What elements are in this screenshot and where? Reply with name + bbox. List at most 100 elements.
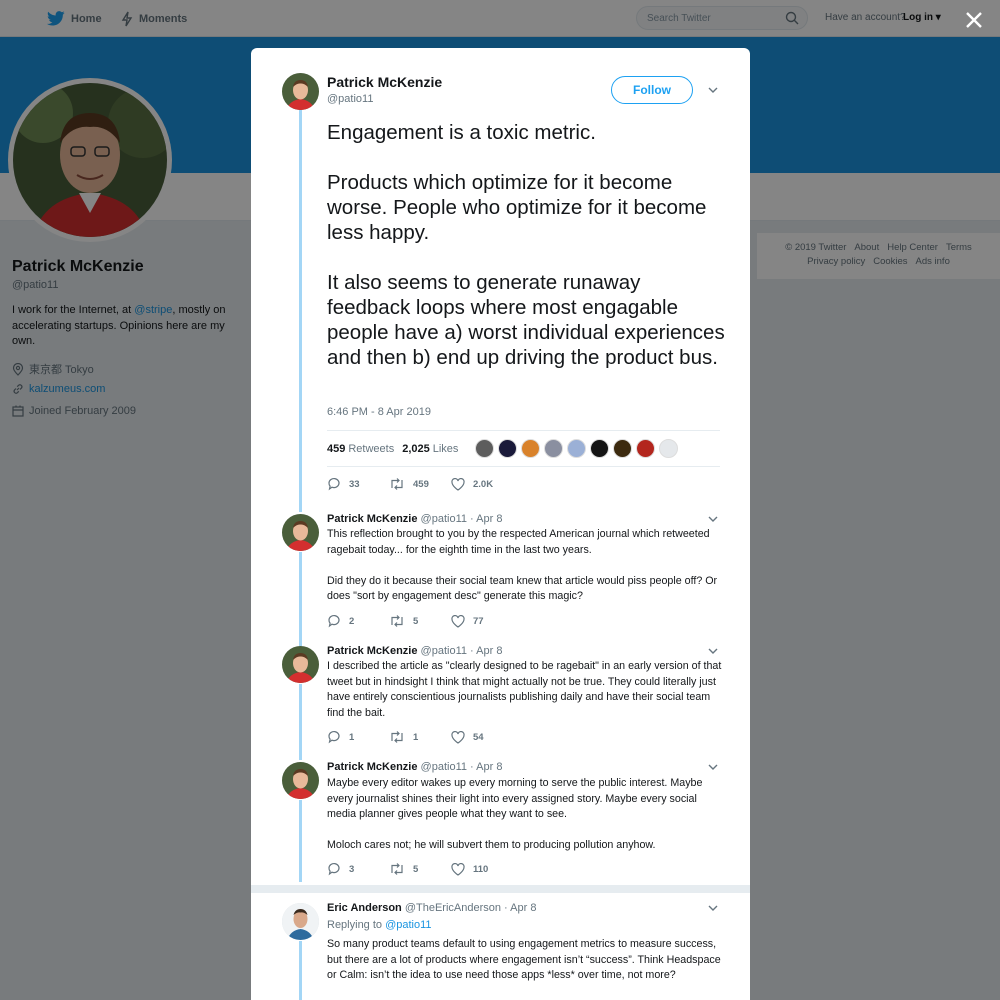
- reply-text: I described the article as "clearly desi…: [327, 660, 722, 719]
- reply-avatar[interactable]: [282, 762, 319, 799]
- like-button[interactable]: 77: [451, 614, 513, 628]
- reply-icon: [328, 614, 340, 628]
- tweet-timestamp[interactable]: 6:46 PM - 8 Apr 2019: [327, 406, 431, 418]
- replying-to-label: Replying to: [327, 919, 386, 931]
- thread-separator: [251, 885, 750, 893]
- replying-to: Replying to @patio11: [327, 919, 432, 931]
- retweet-button[interactable]: 1: [389, 730, 451, 744]
- liker-avatar[interactable]: [475, 439, 494, 458]
- reply-button[interactable]: 3: [327, 862, 389, 876]
- like-count: 77: [473, 615, 484, 627]
- avatar-photo: [282, 762, 319, 799]
- retweet-icon: [391, 615, 403, 627]
- heart-icon: [451, 862, 465, 876]
- chevron-down-icon[interactable]: [707, 761, 719, 773]
- chevron-down-icon[interactable]: [707, 902, 719, 914]
- reply-header: Patrick McKenzie @patio11 · Apr 8: [327, 513, 502, 525]
- liker-avatars: [475, 439, 682, 458]
- reply-text: This reflection brought to you by the re…: [327, 528, 718, 602]
- thread-line: [299, 800, 302, 882]
- tweet-modal: Patrick McKenzie @patio11 Follow Engagem…: [251, 48, 750, 1000]
- like-button[interactable]: 110: [451, 862, 513, 876]
- reply-text: Maybe every editor wakes up every mornin…: [327, 777, 703, 851]
- reply-icon: [328, 862, 340, 876]
- like-button[interactable]: 2.0K: [451, 477, 513, 491]
- reply-count: 2: [349, 615, 355, 627]
- author-name[interactable]: Patrick McKenzie: [327, 74, 442, 90]
- reply-meta[interactable]: @patio11 · Apr 8: [421, 513, 503, 525]
- reply-author-name[interactable]: Patrick McKenzie: [327, 761, 417, 773]
- like-count[interactable]: 2,025: [402, 443, 430, 455]
- heart-icon: [451, 730, 465, 744]
- reply-icon: [328, 477, 340, 491]
- thread-line: [299, 684, 302, 760]
- reply-avatar[interactable]: [282, 646, 319, 683]
- liker-avatar[interactable]: [498, 439, 517, 458]
- liker-avatar[interactable]: [659, 439, 678, 458]
- reply-button[interactable]: 33: [327, 477, 389, 491]
- retweet-button[interactable]: 5: [389, 862, 451, 876]
- reply-actions: 3 5 110: [327, 861, 513, 877]
- retweet-count: 5: [413, 863, 419, 875]
- chevron-down-icon[interactable]: [707, 513, 719, 525]
- retweet-icon: [391, 863, 403, 875]
- author-avatar[interactable]: [282, 73, 319, 110]
- heart-icon: [451, 614, 465, 628]
- thread-line: [299, 941, 302, 1000]
- liker-avatar[interactable]: [521, 439, 540, 458]
- reply-header: Patrick McKenzie @patio11 · Apr 8: [327, 645, 502, 657]
- avatar-photo: [282, 73, 319, 110]
- like-label: Likes: [432, 442, 459, 455]
- reply-avatar[interactable]: [282, 903, 319, 940]
- reply-count: 3: [349, 863, 355, 875]
- chevron-down-icon[interactable]: [707, 84, 719, 96]
- liker-avatar[interactable]: [613, 439, 632, 458]
- reply-icon: [328, 730, 340, 744]
- retweet-count-action: 459: [413, 478, 429, 490]
- like-count: 54: [473, 731, 484, 743]
- reply-actions: 1 1 54: [327, 729, 513, 745]
- chevron-down-icon[interactable]: [707, 645, 719, 657]
- retweet-button[interactable]: 459: [389, 477, 451, 491]
- reply-count: 1: [349, 731, 355, 743]
- reply-header: Patrick McKenzie @patio11 · Apr 8: [327, 761, 502, 773]
- reply-author-name[interactable]: Eric Anderson: [327, 902, 402, 914]
- reply-count: 33: [349, 478, 360, 490]
- reply-header: Eric Anderson @TheEricAnderson · Apr 8: [327, 902, 536, 914]
- reply-button[interactable]: 2: [327, 614, 389, 628]
- reply-author-name[interactable]: Patrick McKenzie: [327, 645, 417, 657]
- tweet-text: Engagement is a toxic metric. Products w…: [327, 121, 725, 369]
- like-count-action: 2.0K: [473, 478, 494, 490]
- reply-meta[interactable]: @patio11 · Apr 8: [421, 645, 503, 657]
- thread-line: [299, 552, 302, 646]
- reply-meta[interactable]: @patio11 · Apr 8: [421, 761, 503, 773]
- avatar-photo: [282, 903, 319, 940]
- heart-icon: [451, 477, 465, 491]
- replying-to-handle[interactable]: @patio11: [385, 919, 431, 931]
- retweet-button[interactable]: 5: [389, 614, 451, 628]
- tweet-actions: 33 459 2.0K: [327, 476, 513, 492]
- liker-avatar[interactable]: [567, 439, 586, 458]
- reply-avatar[interactable]: [282, 514, 319, 551]
- reply-actions: 2 5 77: [327, 613, 513, 629]
- reply-author-name[interactable]: Patrick McKenzie: [327, 513, 417, 525]
- follow-button[interactable]: Follow: [611, 76, 693, 104]
- retweet-icon: [391, 478, 403, 490]
- like-count: 110: [473, 863, 489, 875]
- liker-avatar[interactable]: [636, 439, 655, 458]
- retweet-icon: [391, 731, 403, 743]
- liker-avatar[interactable]: [590, 439, 609, 458]
- author-handle[interactable]: @patio11: [327, 93, 373, 105]
- retweet-count: 5: [413, 615, 419, 627]
- close-icon[interactable]: [962, 8, 986, 32]
- reply-button[interactable]: 1: [327, 730, 389, 744]
- retweet-count: 1: [413, 731, 419, 743]
- reply-text: So many product teams default to using e…: [327, 938, 721, 981]
- tweet-stats: 459 Retweets 2,025 Likes: [327, 430, 720, 467]
- avatar-photo: [282, 646, 319, 683]
- thread-line: [299, 110, 302, 512]
- liker-avatar[interactable]: [544, 439, 563, 458]
- retweet-count[interactable]: 459: [327, 443, 345, 455]
- reply-meta[interactable]: @TheEricAnderson · Apr 8: [405, 902, 537, 914]
- like-button[interactable]: 54: [451, 730, 513, 744]
